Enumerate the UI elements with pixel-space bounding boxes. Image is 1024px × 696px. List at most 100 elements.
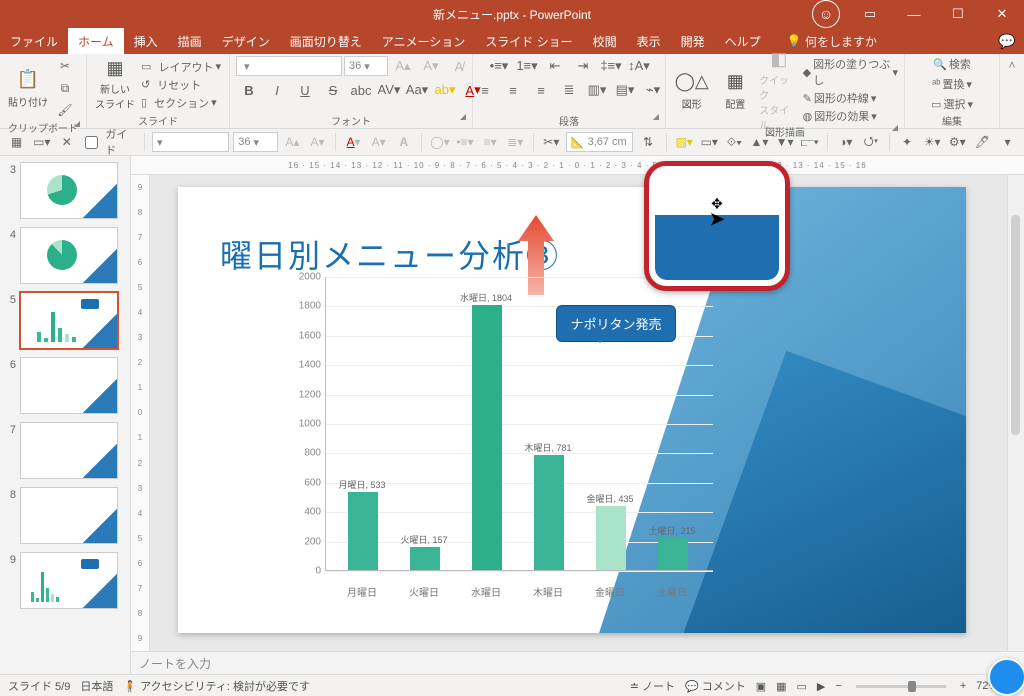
tab-help[interactable]: ヘルプ: [715, 28, 771, 54]
slideshow-view-button[interactable]: ▶: [817, 680, 825, 693]
tellme-box[interactable]: 💡 何をしますか: [777, 28, 887, 54]
normal-view-button[interactable]: ▣: [756, 680, 766, 693]
qat-crop-icon[interactable]: ✂▾: [541, 132, 562, 152]
align-right-button[interactable]: ≡: [528, 80, 554, 100]
shape-fill-button[interactable]: ◆ 図形の塗りつぶし ▾: [803, 56, 898, 88]
qat-anim1-icon[interactable]: ✦: [896, 132, 917, 152]
tab-home[interactable]: ホーム: [68, 28, 124, 54]
thumb-9[interactable]: 9: [4, 552, 124, 609]
layout-button[interactable]: ▭ レイアウト ▾: [141, 59, 221, 75]
strike-button[interactable]: S: [320, 80, 346, 100]
qat-shapes-icon[interactable]: ◯▾: [429, 132, 450, 152]
accessibility-status[interactable]: 🧍アクセシビリティ: 検討が必要です: [123, 678, 310, 694]
tab-review[interactable]: 校閲: [583, 28, 627, 54]
qat-anim2-icon[interactable]: ☀▾: [922, 132, 943, 152]
language-indicator[interactable]: 日本語: [80, 678, 113, 694]
shape-effects-button[interactable]: ◍ 図形の効果 ▾: [803, 108, 898, 124]
notes-button[interactable]: ≐ ノート: [630, 678, 675, 694]
tab-design[interactable]: デザイン: [212, 28, 280, 54]
tab-developer[interactable]: 開発: [671, 28, 715, 54]
font-size-select[interactable]: 36▾: [344, 56, 388, 76]
tab-slideshow[interactable]: スライド ショー: [475, 28, 582, 54]
thumb-4[interactable]: 4: [4, 227, 124, 284]
smartart-button[interactable]: ⌁▾: [640, 80, 666, 100]
zoom-out-button[interactable]: −: [835, 680, 841, 692]
qat-newslide-icon[interactable]: ▦: [6, 132, 27, 152]
notes-pane[interactable]: ノートを入力: [131, 651, 1024, 674]
share-icon[interactable]: 💬: [990, 28, 1024, 54]
zoom-slider[interactable]: [856, 685, 946, 688]
bullets-button[interactable]: •≡▾: [486, 56, 512, 76]
qat-eyedrop-icon[interactable]: 🖊: [972, 132, 993, 152]
change-case-button[interactable]: Aa▾: [404, 80, 430, 100]
copy-button[interactable]: ⧉: [54, 78, 76, 98]
thumb-8[interactable]: 8: [4, 487, 124, 544]
qat-shapesize-box[interactable]: 📐3,67 cm: [566, 132, 634, 152]
char-spacing-button[interactable]: AV▾: [376, 80, 402, 100]
shapes-button[interactable]: ◯△図形: [672, 64, 712, 116]
decrease-font-button[interactable]: A▾: [418, 56, 444, 76]
underline-button[interactable]: U: [292, 80, 318, 100]
align-text-button[interactable]: ▤▾: [612, 80, 638, 100]
thumb-6[interactable]: 6: [4, 357, 124, 414]
qat-incfont-icon[interactable]: A▴: [282, 132, 303, 152]
new-slide-button[interactable]: ▦ 新しい スライド: [93, 59, 137, 111]
reset-button[interactable]: ↺ リセット: [141, 77, 221, 93]
clear-format-button[interactable]: A̸: [446, 56, 472, 76]
shape-outline-button[interactable]: ✎ 図形の枠線 ▾: [803, 90, 898, 106]
tab-animations[interactable]: アニメーション: [372, 28, 476, 54]
text-direction-button[interactable]: ↕A▾: [626, 56, 652, 76]
columns-button[interactable]: ▥▾: [584, 80, 610, 100]
vertical-scrollbar[interactable]: [1007, 175, 1024, 651]
line-spacing-button[interactable]: ‡≡▾: [598, 56, 624, 76]
qat-fontsize-select[interactable]: 36▾: [233, 132, 278, 152]
italic-button[interactable]: I: [264, 80, 290, 100]
quickstyle-button[interactable]: ◧クイックスタイル: [759, 64, 799, 116]
sorter-view-button[interactable]: ▦: [776, 680, 786, 693]
replace-button[interactable]: ᵃᵇ 置換 ▾: [932, 76, 972, 92]
align-left-button[interactable]: ≡: [472, 80, 498, 100]
qat-alignv-icon[interactable]: ≣▾: [505, 132, 526, 152]
slide-page[interactable]: 曜日別メニュー分析③ 02004006008001000120014001600…: [178, 187, 966, 633]
scroll-thumb[interactable]: [1011, 215, 1020, 435]
qat-highlight-icon[interactable]: A▾: [368, 132, 389, 152]
section-button[interactable]: ▯ セクション ▾: [141, 95, 221, 111]
highlight-button[interactable]: ab▾: [432, 80, 458, 100]
assist-bubble-icon[interactable]: [988, 658, 1024, 696]
increase-font-button[interactable]: A▴: [390, 56, 416, 76]
thumb-3[interactable]: 3: [4, 162, 124, 219]
indent-inc-button[interactable]: ⇥: [570, 56, 596, 76]
thumb-7[interactable]: 7: [4, 422, 124, 479]
qat-more-icon[interactable]: ▾: [997, 132, 1018, 152]
shadow-button[interactable]: abc: [348, 80, 374, 100]
bold-button[interactable]: B: [236, 80, 262, 100]
guide-checkbox[interactable]: [85, 136, 98, 149]
format-painter-button[interactable]: 🖌: [54, 100, 76, 120]
tab-draw[interactable]: 描画: [168, 28, 212, 54]
callout-shape[interactable]: ナポリタン発売: [556, 305, 676, 342]
font-family-select[interactable]: ▾: [236, 56, 342, 76]
zoom-in-button[interactable]: +: [960, 680, 966, 692]
comments-button[interactable]: 💬 コメント: [685, 678, 746, 694]
indent-dec-button[interactable]: ⇤: [542, 56, 568, 76]
qat-fontcolor-icon[interactable]: A▾: [343, 132, 364, 152]
select-button[interactable]: ▭ 選択 ▾: [931, 96, 973, 112]
cut-button[interactable]: ✂: [54, 56, 76, 76]
qat-layout-icon[interactable]: ▭▾: [31, 132, 52, 152]
tab-insert[interactable]: 挿入: [124, 28, 168, 54]
qat-bold-icon[interactable]: A: [393, 132, 414, 152]
qat-align-icon[interactable]: ≡▾: [480, 132, 501, 152]
qat-bullets-icon[interactable]: •≡▾: [454, 132, 475, 152]
qat-decfont-icon[interactable]: A▾: [307, 132, 328, 152]
qat-font-select[interactable]: ▾: [152, 132, 229, 152]
thumb-5[interactable]: 5: [4, 292, 124, 349]
collapse-ribbon-button[interactable]: ˄: [1000, 54, 1024, 128]
arrange-button[interactable]: ▦配置: [716, 64, 756, 116]
justify-button[interactable]: ≣: [556, 80, 582, 100]
numbering-button[interactable]: 1≡▾: [514, 56, 540, 76]
reading-view-button[interactable]: ▭: [797, 680, 807, 693]
find-button[interactable]: 🔍 検索: [933, 56, 971, 72]
slide-canvas[interactable]: 曜日別メニュー分析③ 02004006008001000120014001600…: [150, 175, 1007, 651]
qat-x-icon[interactable]: ✕: [56, 132, 77, 152]
tab-file[interactable]: ファイル: [0, 28, 68, 54]
